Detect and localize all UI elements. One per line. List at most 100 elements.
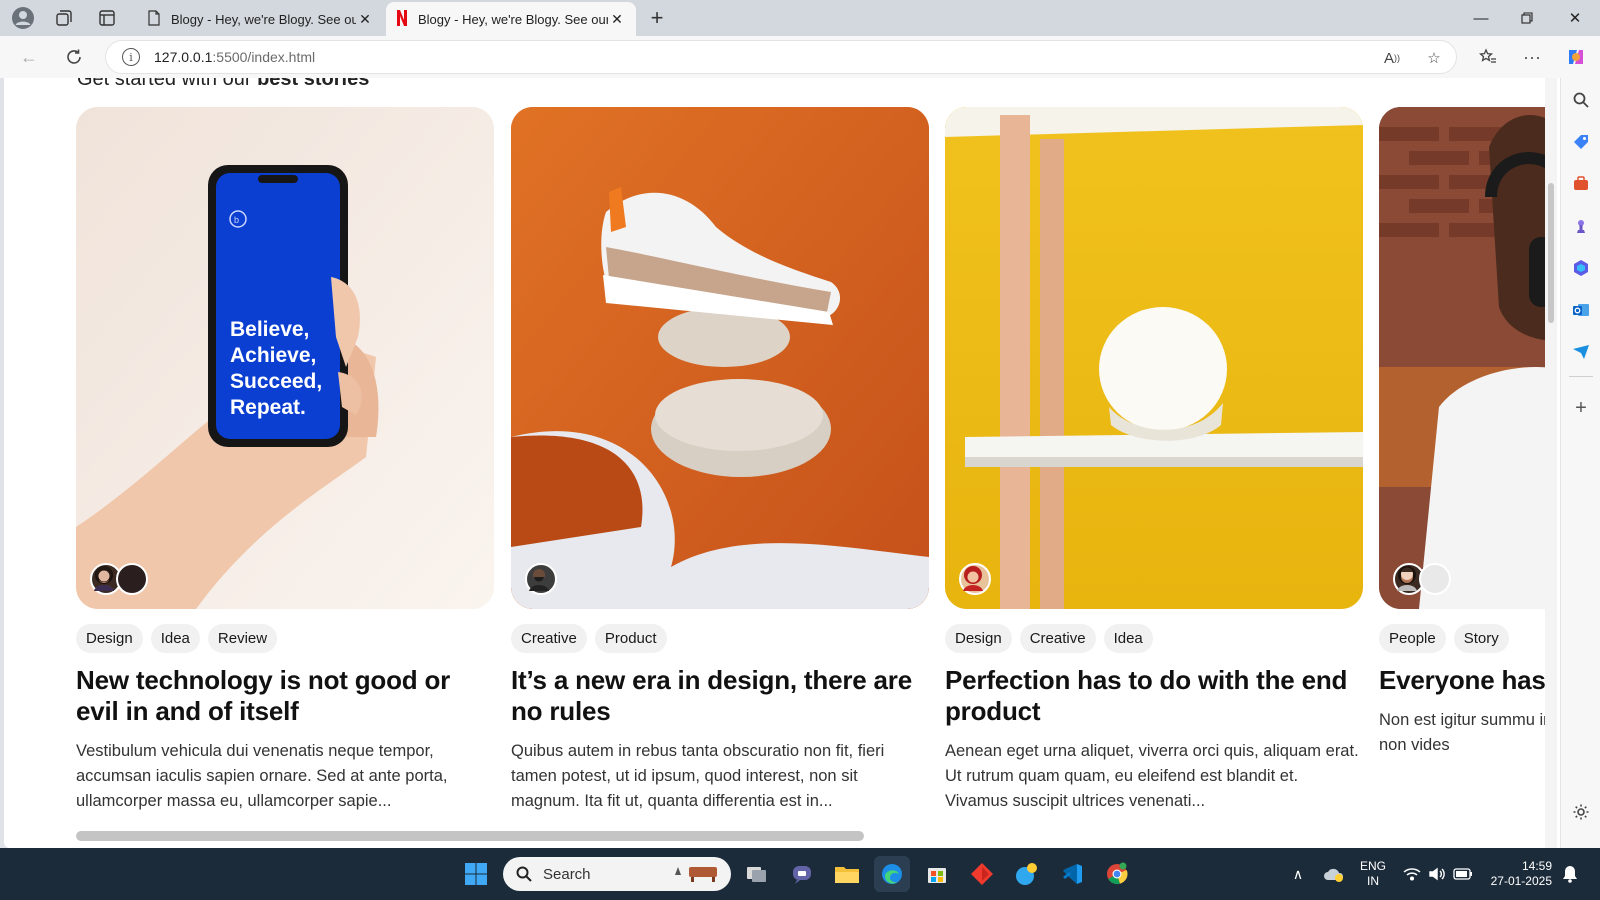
workspaces-icon[interactable] <box>50 6 78 30</box>
tag-creative[interactable]: Creative <box>511 624 587 653</box>
sidebar-divider <box>1569 376 1593 377</box>
svg-text:b: b <box>234 215 239 225</box>
address-bar[interactable]: i 127.0.0.1:5500/index.html A)) ☆ <box>105 40 1457 74</box>
clock[interactable]: 14:59 27-01-2025 <box>1486 859 1552 889</box>
avatar[interactable] <box>525 563 557 595</box>
story-card[interactable]: People Story Everyone has story Non est … <box>1379 107 1546 758</box>
tag-idea[interactable]: Idea <box>150 624 200 653</box>
tab-title: Blogy - Hey, we're Blogy. See our <box>418 11 608 27</box>
tag-review[interactable]: Review <box>207 624 278 653</box>
wifi-icon[interactable] <box>1400 856 1424 892</box>
vscode-icon[interactable] <box>1054 856 1090 892</box>
avatar[interactable] <box>959 563 991 595</box>
outlook-icon[interactable] <box>1569 298 1593 322</box>
browser-tab-bar: Blogy - Hey, we're Blogy. See our ✕ Blog… <box>0 0 1600 36</box>
story-card[interactable]: Design Creative Idea Perfection has to d… <box>945 107 1363 814</box>
profile-icon[interactable] <box>9 6 37 30</box>
story-title[interactable]: It’s a new era in design, there are no r… <box>511 665 929 727</box>
copilot-icon[interactable] <box>1562 44 1590 70</box>
close-tab-icon[interactable]: ✕ <box>608 11 626 28</box>
task-view-icon[interactable] <box>739 856 775 892</box>
story-title[interactable]: New technology is not good or evil in an… <box>76 665 494 727</box>
tag-design[interactable]: Design <box>945 624 1012 653</box>
scrollbar-thumb[interactable] <box>1548 183 1554 323</box>
story-excerpt: Quibus autem in rebus tanta obscuratio n… <box>511 742 885 810</box>
edge-sidebar: + <box>1560 78 1600 848</box>
taskbar-search[interactable]: Search <box>503 857 731 891</box>
chrome-icon[interactable] <box>1099 856 1135 892</box>
tag-creative[interactable]: Creative <box>1019 624 1096 653</box>
avatar[interactable] <box>94 563 148 595</box>
tag-design[interactable]: Design <box>76 624 143 653</box>
tag-list: Design Idea Review <box>76 624 494 653</box>
app-yellow-icon[interactable] <box>1009 856 1045 892</box>
site-info-icon[interactable]: i <box>122 48 140 66</box>
story-excerpt: Aenean eget urna aliquet, viverra orci q… <box>945 742 1359 810</box>
add-icon[interactable]: + <box>1569 396 1593 420</box>
maximize-icon[interactable] <box>1504 0 1550 36</box>
search-highlight-icon <box>671 861 721 887</box>
edge-browser-icon[interactable] <box>874 856 910 892</box>
author-avatars <box>959 563 991 595</box>
netflix-favicon-icon <box>396 9 408 29</box>
tag-idea[interactable]: Idea <box>1103 624 1153 653</box>
minimize-icon[interactable]: — <box>1458 0 1504 36</box>
horizontal-scrollbar[interactable] <box>76 831 864 841</box>
close-tab-icon[interactable]: ✕ <box>356 11 374 28</box>
story-image-person[interactable] <box>1379 107 1546 609</box>
tag-people[interactable]: People <box>1379 624 1446 653</box>
search-icon[interactable] <box>1569 88 1593 112</box>
back-icon[interactable]: ← <box>15 44 43 70</box>
page-viewport: Get started with our best stories b Beli… <box>4 78 1546 848</box>
shopping-tag-icon[interactable] <box>1569 130 1593 154</box>
tab-actions-icon[interactable] <box>93 6 121 30</box>
app-diamond-icon[interactable] <box>964 856 1000 892</box>
tab-blogy-1[interactable]: Blogy - Hey, we're Blogy. See our ✕ <box>137 2 384 36</box>
send-icon[interactable] <box>1569 340 1593 364</box>
new-tab-icon[interactable]: + <box>643 5 671 30</box>
story-title[interactable]: Perfection has to do with the end produc… <box>945 665 1363 727</box>
tab-blogy-2[interactable]: Blogy - Hey, we're Blogy. See our ✕ <box>386 2 636 36</box>
onedrive-icon[interactable] <box>1320 856 1348 892</box>
teams-chat-icon[interactable] <box>784 856 820 892</box>
games-chess-icon[interactable] <box>1569 214 1593 238</box>
story-title[interactable]: Everyone has story <box>1379 665 1546 696</box>
section-heading: Get started with our best stories <box>77 78 370 90</box>
search-placeholder: Search <box>543 865 591 883</box>
story-image-lamp[interactable] <box>945 107 1363 609</box>
story-excerpt: Non est igitur summu inter haec tantam m… <box>1379 711 1546 754</box>
vertical-scrollbar[interactable] <box>1545 78 1557 848</box>
tag-product[interactable]: Product <box>594 624 667 653</box>
windows-taskbar: Search ∧ ENG IN 14:59 27-01-2025 <box>0 848 1600 900</box>
volume-icon[interactable] <box>1425 856 1449 892</box>
refresh-icon[interactable] <box>60 44 88 70</box>
tag-list: People Story <box>1379 624 1546 653</box>
url-text[interactable]: 127.0.0.1:5500/index.html <box>154 49 315 65</box>
gear-icon[interactable] <box>1569 800 1593 824</box>
microsoft-365-icon[interactable] <box>1569 256 1593 280</box>
story-card[interactable]: b Believe, Achieve, Succeed, Repeat. Des… <box>76 107 494 814</box>
story-image-phone[interactable]: b Believe, Achieve, Succeed, Repeat. <box>76 107 494 609</box>
phone-screen-text: Believe, Achieve, Succeed, Repeat. <box>230 318 323 419</box>
tag-story[interactable]: Story <box>1453 624 1509 653</box>
avatar[interactable] <box>1397 563 1451 595</box>
windows-start-icon[interactable] <box>458 856 494 892</box>
browser-toolbar: ← i 127.0.0.1:5500/index.html A)) ☆ ··· <box>0 36 1600 78</box>
battery-icon[interactable] <box>1450 856 1476 892</box>
chevron-up-icon[interactable]: ∧ <box>1286 856 1310 892</box>
tools-briefcase-icon[interactable] <box>1569 172 1593 196</box>
file-explorer-icon[interactable] <box>829 856 865 892</box>
favorite-star-icon[interactable]: ☆ <box>1423 47 1445 69</box>
tag-list: Creative Product <box>511 624 929 653</box>
settings-more-icon[interactable]: ··· <box>1518 44 1546 70</box>
story-card[interactable]: Creative Product It’s a new era in desig… <box>511 107 929 814</box>
tab-title: Blogy - Hey, we're Blogy. See our <box>171 11 356 27</box>
page-icon <box>147 9 161 29</box>
story-image-shoe[interactable] <box>511 107 929 609</box>
favorites-icon[interactable] <box>1474 44 1502 70</box>
microsoft-store-icon[interactable] <box>919 856 955 892</box>
close-window-icon[interactable]: ✕ <box>1552 0 1598 36</box>
read-aloud-icon[interactable]: A)) <box>1381 47 1403 69</box>
notification-bell-icon[interactable] <box>1558 856 1582 892</box>
language-indicator[interactable]: ENG IN <box>1360 859 1386 889</box>
